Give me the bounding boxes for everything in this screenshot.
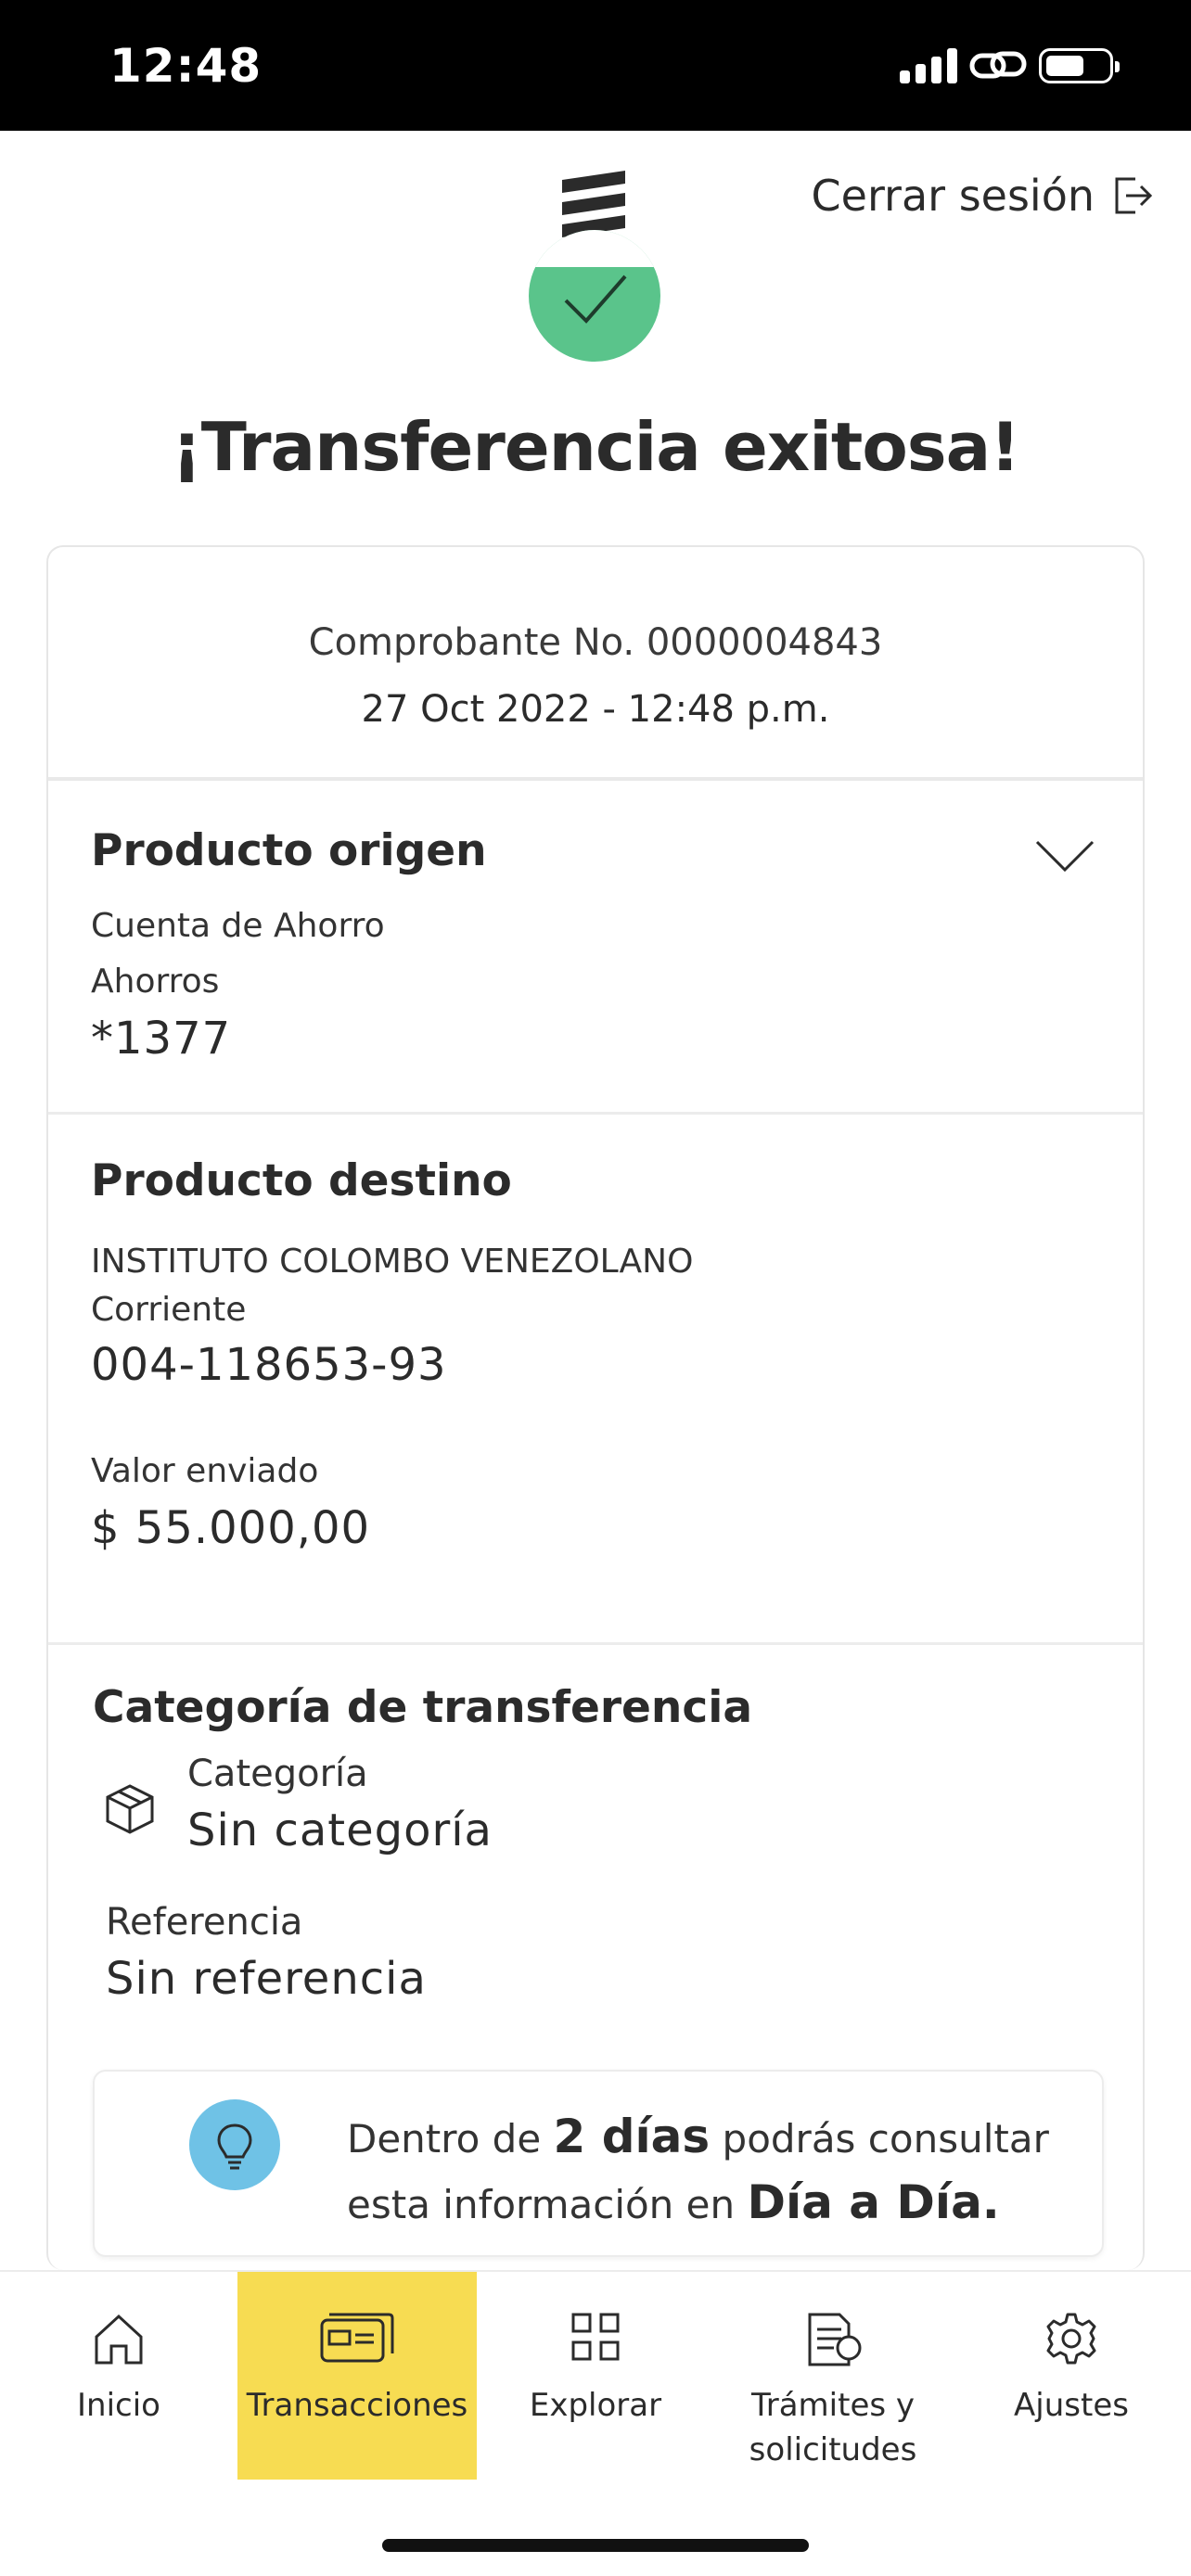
success-icon [529,230,660,362]
receipt-datetime: 27 Oct 2022 - 12:48 p.m. [361,688,830,731]
category-title: Categoría de transferencia [93,1682,753,1733]
documents-icon [808,2313,862,2366]
home-icon [95,2314,143,2365]
origin-account-number: *1377 [91,1013,232,1065]
tab-tramites[interactable]: Trámites y solicitudes [714,2272,952,2480]
tab-label: Trámites y solicitudes [749,2387,917,2468]
tab-label: Inicio [77,2387,160,2424]
category-section: Categoría de transferencia Categoría Sin… [48,1645,1143,2276]
destination-title: Producto destino [91,1155,512,1206]
destination-name: INSTITUTO COLOMBO VENEZOLANO [91,1243,694,1281]
battery-icon [1039,48,1120,83]
logout-label: Cerrar sesión [811,171,1095,221]
box-icon [106,1784,154,1834]
link-icon [969,51,1027,79]
logout-icon [1115,177,1152,214]
chevron-down-icon[interactable] [1035,840,1095,874]
amount-value: $ 55.000,00 [91,1502,371,1554]
origin-account-type: Cuenta de Ahorro [91,907,385,945]
lightbulb-icon [189,2099,280,2190]
receipt-number: Comprobante No. 0000004843 [308,621,883,664]
signal-icon [900,48,957,83]
origin-title: Producto origen [91,825,487,876]
info-notice: Dentro de 2 días podrás consultar esta i… [93,2070,1104,2257]
tab-transacciones[interactable]: Transacciones [237,2272,477,2480]
home-indicator[interactable] [382,2539,809,2552]
tab-ajustes[interactable]: Ajustes [952,2272,1191,2480]
reference-label: Referencia [106,1901,303,1944]
tab-label: Explorar [529,2387,662,2424]
tab-label: Ajustes [1014,2387,1129,2424]
tab-inicio[interactable]: Inicio [0,2272,237,2480]
status-time: 12:48 [109,39,263,93]
destination-section: Producto destino INSTITUTO COLOMBO VENEZ… [48,1115,1143,1645]
transactions-icon [320,2313,394,2363]
destination-account-type: Corriente [91,1291,247,1329]
transfer-receipt-card: Comprobante No. 0000004843 27 Oct 2022 -… [46,545,1145,2270]
tab-explorar[interactable]: Explorar [477,2272,714,2480]
origin-subtype: Ahorros [91,963,220,1001]
category-label: Categoría [187,1753,368,1795]
info-text: Dentro de 2 días podrás consultar esta i… [347,2110,1049,2229]
logout-button[interactable]: Cerrar sesión [812,171,1152,221]
tab-label: Transacciones [246,2387,468,2424]
gear-icon [1046,2313,1096,2365]
receipt-header: Comprobante No. 0000004843 27 Oct 2022 -… [48,547,1143,781]
destination-account-number: 004-118653-93 [91,1339,447,1391]
reference-value: Sin referencia [106,1953,427,2005]
grid-icon [571,2313,620,2361]
origin-section[interactable]: Producto origen Cuenta de Ahorro Ahorros… [48,784,1143,1115]
amount-label: Valor enviado [91,1452,319,1490]
category-value: Sin categoría [187,1804,493,1856]
status-bar: 12:48 [0,0,1191,131]
bottom-tab-bar: Inicio Transacciones Explorar Trámites y… [0,2270,1191,2576]
page-title: ¡Transferencia exitosa! [171,408,1020,486]
